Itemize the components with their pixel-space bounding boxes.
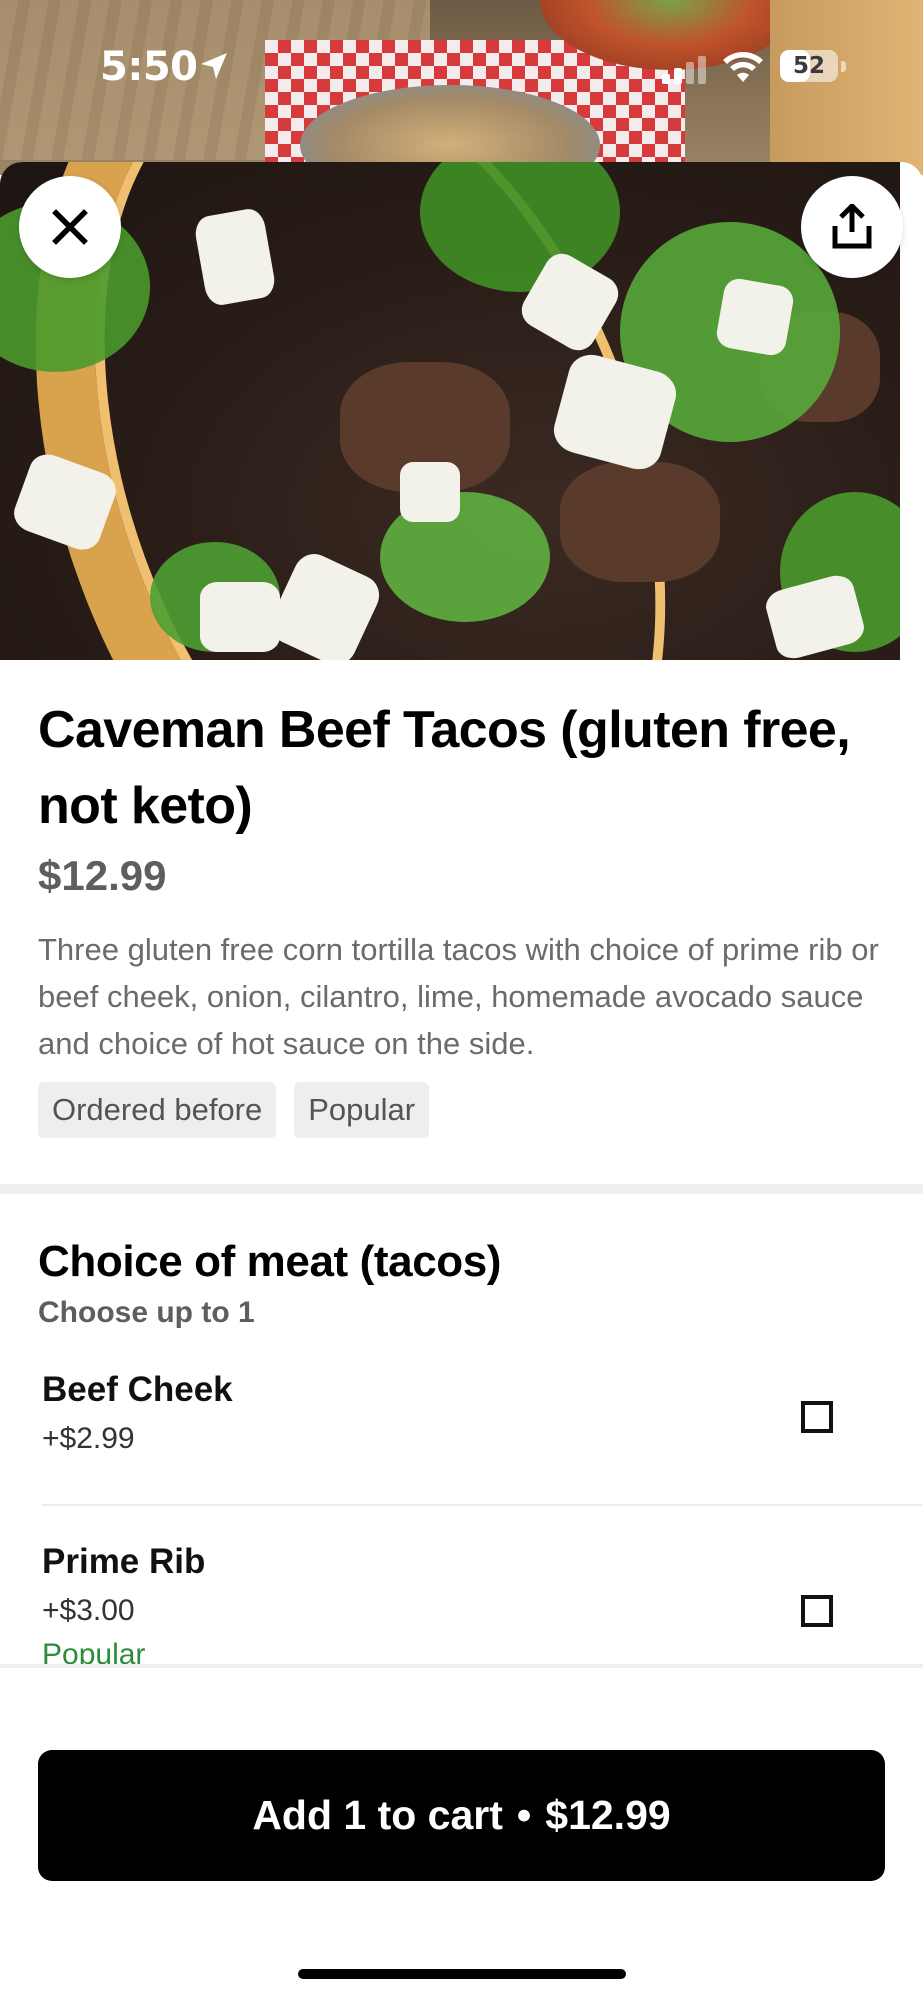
close-icon bbox=[52, 209, 88, 245]
location-arrow-icon bbox=[201, 53, 227, 79]
status-time: 5:50 bbox=[100, 44, 198, 90]
item-tags: Ordered before Popular bbox=[38, 1082, 430, 1138]
options-group-subtitle: Choose up to 1 bbox=[38, 1296, 255, 1329]
tag-ordered-before: Ordered before bbox=[38, 1082, 277, 1138]
cellular-signal-icon bbox=[662, 56, 706, 84]
item-detail-sheet: Caveman Beef Tacos (gluten free, not ket… bbox=[0, 162, 923, 2000]
option-price: +$3.00 bbox=[42, 1594, 135, 1627]
option-divider bbox=[42, 1504, 923, 1506]
option-prime-rib[interactable]: Prime Rib +$3.00 Popular bbox=[42, 1542, 922, 1672]
share-button[interactable] bbox=[801, 176, 903, 278]
status-bar: 5:50 52 bbox=[0, 0, 923, 135]
item-title: Caveman Beef Tacos (gluten free, not ket… bbox=[38, 701, 851, 835]
section-divider bbox=[0, 1184, 923, 1194]
checkbox-prime-rib[interactable] bbox=[801, 1595, 833, 1627]
cart-label: Add 1 to cart bbox=[252, 1792, 503, 1838]
wifi-icon bbox=[723, 52, 763, 82]
option-beef-cheek[interactable]: Beef Cheek +$2.99 bbox=[42, 1370, 922, 1456]
close-button[interactable] bbox=[19, 176, 121, 278]
battery-level: 52 bbox=[792, 53, 825, 79]
item-price: $12.99 bbox=[38, 852, 167, 899]
share-icon bbox=[832, 204, 872, 249]
battery-icon: 52 bbox=[780, 50, 846, 84]
option-price: +$2.99 bbox=[42, 1422, 135, 1455]
tag-popular: Popular bbox=[294, 1082, 430, 1138]
add-to-cart-button[interactable]: Add 1 to cart • $12.99 bbox=[38, 1750, 885, 1881]
options-group-title: Choice of meat (tacos) bbox=[38, 1237, 502, 1286]
option-name: Prime Rib bbox=[42, 1542, 206, 1581]
cart-total: $12.99 bbox=[545, 1792, 671, 1838]
item-photo bbox=[0, 162, 900, 660]
item-description: Three gluten free corn tortilla tacos wi… bbox=[38, 932, 879, 1061]
home-indicator[interactable] bbox=[298, 1969, 626, 1979]
cart-separator: • bbox=[516, 1792, 532, 1838]
option-name: Beef Cheek bbox=[42, 1370, 233, 1409]
checkbox-beef-cheek[interactable] bbox=[801, 1401, 833, 1433]
